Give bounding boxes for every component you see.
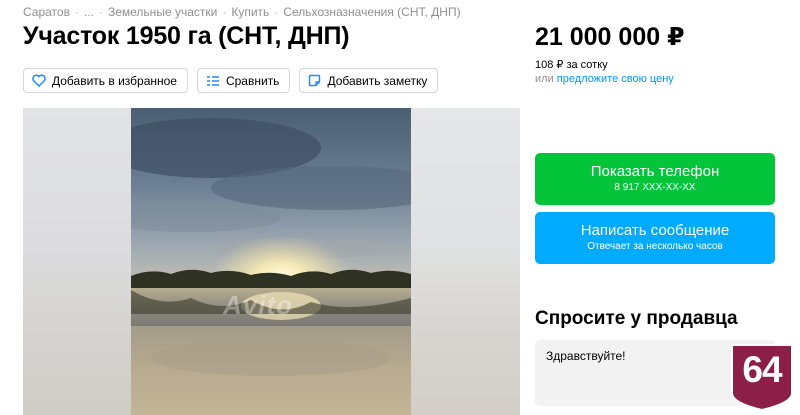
- photo-gallery[interactable]: Avito: [23, 108, 520, 415]
- gallery-blur-right: [411, 108, 520, 415]
- compare-icon: [206, 75, 219, 86]
- breadcrumb-separator: ·: [74, 5, 79, 19]
- response-time-note: Отвечает за несколько часов: [587, 241, 723, 252]
- listing-photo[interactable]: [131, 108, 411, 415]
- add-note-label: Добавить заметку: [327, 73, 428, 88]
- show-phone-button[interactable]: Показать телефон 8 917 XXX-XX-XX: [535, 153, 775, 205]
- region-64-logo-text: 64: [742, 349, 782, 390]
- breadcrumb-item-city[interactable]: Саратов: [23, 5, 70, 19]
- price-offer: или предложите свою цену: [535, 73, 674, 85]
- breadcrumb-separator: ·: [222, 5, 227, 19]
- breadcrumb-item-more[interactable]: ...: [84, 5, 94, 19]
- breadcrumb-item-land[interactable]: Земельные участки: [108, 5, 217, 19]
- heart-icon: [32, 74, 46, 87]
- breadcrumb-separator: ·: [274, 5, 279, 19]
- listing-actions: Добавить в избранное Сравнить Добавить з…: [23, 68, 439, 93]
- page-title: Участок 1950 га (СНТ, ДНП): [23, 22, 350, 50]
- photo-watermark: Avito: [223, 290, 293, 320]
- sunset-landscape-image: [131, 108, 411, 415]
- breadcrumb: Саратов ·... · Земельные участки · Купить · Сел…: [23, 5, 461, 19]
- phone-number-masked: 8 917 XXX-XX-XX: [614, 182, 696, 193]
- add-to-favorites-label: Добавить в избранное: [52, 73, 177, 88]
- gallery-blur-left: [23, 108, 131, 415]
- price-per-unit: 108 ₽ за сотку: [535, 59, 608, 71]
- ask-seller-message-text: Здравствуйте!: [546, 349, 626, 363]
- add-note-button[interactable]: Добавить заметку: [299, 68, 439, 93]
- compare-button[interactable]: Сравнить: [196, 68, 291, 93]
- compare-label: Сравнить: [225, 73, 280, 88]
- write-message-button[interactable]: Написать сообщение Отвечает за несколько…: [535, 212, 775, 264]
- suggest-price-link[interactable]: предложите свою цену: [557, 73, 674, 85]
- price-offer-prefix: или: [535, 73, 554, 85]
- breadcrumb-item-category[interactable]: Сельхозназначения (СНТ, ДНП): [283, 5, 460, 19]
- ask-seller-heading: Спросите у продавца: [535, 308, 738, 329]
- price: 21 000 000 ₽: [535, 23, 685, 51]
- write-message-label: Написать сообщение: [580, 222, 730, 239]
- breadcrumb-item-buy[interactable]: Купить: [231, 5, 269, 19]
- note-icon: [309, 74, 321, 87]
- breadcrumb-separator: ·: [98, 5, 103, 19]
- show-phone-label: Показать телефон: [590, 163, 720, 180]
- add-to-favorites-button[interactable]: Добавить в избранное: [23, 68, 188, 93]
